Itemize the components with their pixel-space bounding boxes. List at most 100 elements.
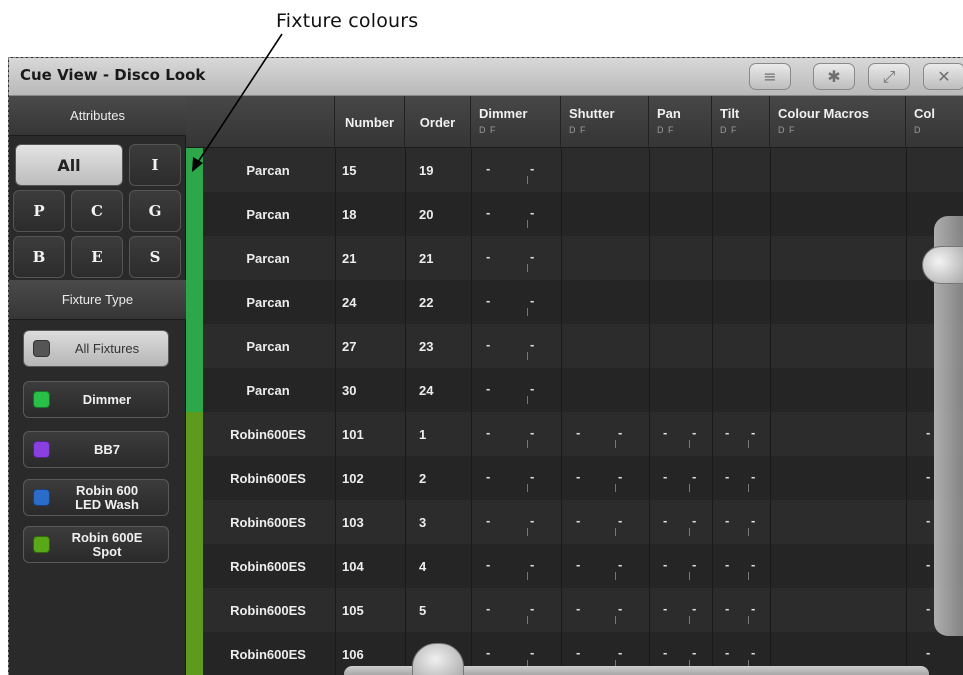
cell-order[interactable]: 19 [419, 148, 479, 192]
header-col[interactable]: Col D [906, 96, 963, 148]
cell-name[interactable]: Robin600ES [203, 632, 333, 675]
cell-tilt-value[interactable]: - [725, 469, 729, 484]
cell-dimmer-fade-value[interactable]: - [530, 469, 534, 484]
cell-shutter-value[interactable]: - [576, 557, 580, 572]
cell-pan-fade-value[interactable]: - [692, 601, 696, 616]
cell-number[interactable]: 104 [342, 544, 402, 588]
cell-shutter-fade-value[interactable]: - [618, 469, 622, 484]
cell-shutter-fade-value[interactable]: - [618, 513, 622, 528]
attribute-all-button[interactable]: All [15, 144, 123, 186]
cell-shutter-value[interactable]: - [576, 601, 580, 616]
cell-pan-fade-value[interactable]: - [692, 425, 696, 440]
cell-name[interactable]: Robin600ES [203, 544, 333, 588]
cell-dimmer-value[interactable]: - [486, 337, 490, 352]
cell-shutter-fade-value[interactable]: - [618, 601, 622, 616]
cell-pan-value[interactable]: - [663, 601, 667, 616]
cell-number[interactable]: 101 [342, 412, 402, 456]
cell-number[interactable]: 21 [342, 236, 402, 280]
attribute-i-button[interactable]: I [129, 144, 181, 186]
table-row[interactable]: Parcan 30 24- - [186, 368, 963, 412]
cell-shutter-fade-value[interactable]: - [618, 557, 622, 572]
header-pan[interactable]: Pan D F [649, 96, 712, 148]
horizontal-scrollbar[interactable] [344, 643, 929, 675]
cell-shutter-value[interactable]: - [576, 469, 580, 484]
menu-button[interactable]: ≡ [749, 63, 791, 90]
cell-order[interactable]: 21 [419, 236, 479, 280]
cell-dimmer-value[interactable]: - [486, 205, 490, 220]
cell-tilt-value[interactable]: - [725, 601, 729, 616]
cell-dimmer-fade-value[interactable]: - [530, 249, 534, 264]
cell-dimmer-fade-value[interactable]: - [530, 293, 534, 308]
restore-button[interactable]: ⤢ [868, 63, 910, 90]
cell-name[interactable]: Parcan [203, 280, 333, 324]
table-row[interactable]: Parcan 27 23- - [186, 324, 963, 368]
cell-pan-value[interactable]: - [663, 557, 667, 572]
cell-order[interactable]: 24 [419, 368, 479, 412]
cell-shutter-value[interactable]: - [576, 513, 580, 528]
table-row[interactable]: Robin600ES 105 5- - - - - - - - - [186, 588, 963, 632]
cell-number[interactable]: 27 [342, 324, 402, 368]
attribute-e-button[interactable]: E [71, 236, 123, 278]
attribute-b-button[interactable]: B [13, 236, 65, 278]
cell-dimmer-value[interactable]: - [486, 293, 490, 308]
table-row[interactable]: Parcan 15 19- - [186, 148, 963, 192]
cell-tilt-fade-value[interactable]: - [751, 469, 755, 484]
cell-name[interactable]: Parcan [203, 236, 333, 280]
cell-dimmer-fade-value[interactable]: - [530, 381, 534, 396]
cell-tilt-fade-value[interactable]: - [751, 601, 755, 616]
cell-dimmer-value[interactable]: - [486, 425, 490, 440]
attribute-p-button[interactable]: P [13, 190, 65, 232]
cell-tilt-fade-value[interactable]: - [751, 425, 755, 440]
cell-name[interactable]: Robin600ES [203, 456, 333, 500]
cell-number[interactable]: 24 [342, 280, 402, 324]
table-row[interactable]: Parcan 24 22- - [186, 280, 963, 324]
cell-order[interactable]: 2 [419, 456, 479, 500]
cell-name[interactable]: Robin600ES [203, 412, 333, 456]
cell-dimmer-fade-value[interactable]: - [530, 161, 534, 176]
cell-dimmer-fade-value[interactable]: - [530, 601, 534, 616]
fixture-type-robin-600e-spot[interactable]: Robin 600E Spot [23, 526, 169, 563]
table-row[interactable]: Parcan 21 21- - [186, 236, 963, 280]
cell-tilt-fade-value[interactable]: - [751, 513, 755, 528]
cell-order[interactable]: 1 [419, 412, 479, 456]
cell-dimmer-fade-value[interactable]: - [530, 425, 534, 440]
cell-number[interactable]: 15 [342, 148, 402, 192]
cell-dimmer-fade-value[interactable]: - [530, 205, 534, 220]
vertical-scroll-thumb[interactable] [922, 246, 963, 284]
attribute-g-button[interactable]: G [129, 190, 181, 232]
cell-number[interactable]: 102 [342, 456, 402, 500]
cell-pan-value[interactable]: - [663, 513, 667, 528]
cell-tilt-value[interactable]: - [725, 425, 729, 440]
cell-dimmer-fade-value[interactable]: - [530, 337, 534, 352]
cell-order[interactable]: 4 [419, 544, 479, 588]
vertical-scrollbar[interactable] [922, 216, 963, 636]
fixture-type-dimmer[interactable]: Dimmer [23, 381, 169, 418]
cell-dimmer-fade-value[interactable]: - [530, 557, 534, 572]
header-number[interactable]: Number [335, 96, 405, 148]
cell-order[interactable]: 22 [419, 280, 479, 324]
cell-dimmer-value[interactable]: - [486, 381, 490, 396]
settings-button[interactable]: ✱ [813, 63, 855, 90]
cell-pan-fade-value[interactable]: - [692, 469, 696, 484]
cell-name[interactable]: Parcan [203, 148, 333, 192]
table-row[interactable]: Robin600ES 104 4- - - - - - - - - [186, 544, 963, 588]
cell-shutter-value[interactable]: - [576, 425, 580, 440]
cell-name[interactable]: Parcan [203, 192, 333, 236]
cell-order[interactable]: 20 [419, 192, 479, 236]
cell-dimmer-value[interactable]: - [486, 557, 490, 572]
cell-name[interactable]: Robin600ES [203, 500, 333, 544]
attribute-s-button[interactable]: S [129, 236, 181, 278]
cell-order[interactable]: 23 [419, 324, 479, 368]
cell-number[interactable]: 30 [342, 368, 402, 412]
fixture-type-bb7[interactable]: BB7 [23, 431, 169, 468]
cell-number[interactable]: 18 [342, 192, 402, 236]
header-colour-macros[interactable]: Colour Macros D F [770, 96, 906, 148]
attribute-c-button[interactable]: C [71, 190, 123, 232]
cell-order[interactable]: 5 [419, 588, 479, 632]
cell-number[interactable]: 103 [342, 500, 402, 544]
cell-order[interactable]: 3 [419, 500, 479, 544]
cell-number[interactable]: 105 [342, 588, 402, 632]
cell-name[interactable]: Parcan [203, 368, 333, 412]
table-row[interactable]: Robin600ES 103 3- - - - - - - - - [186, 500, 963, 544]
cell-dimmer-value[interactable]: - [486, 469, 490, 484]
